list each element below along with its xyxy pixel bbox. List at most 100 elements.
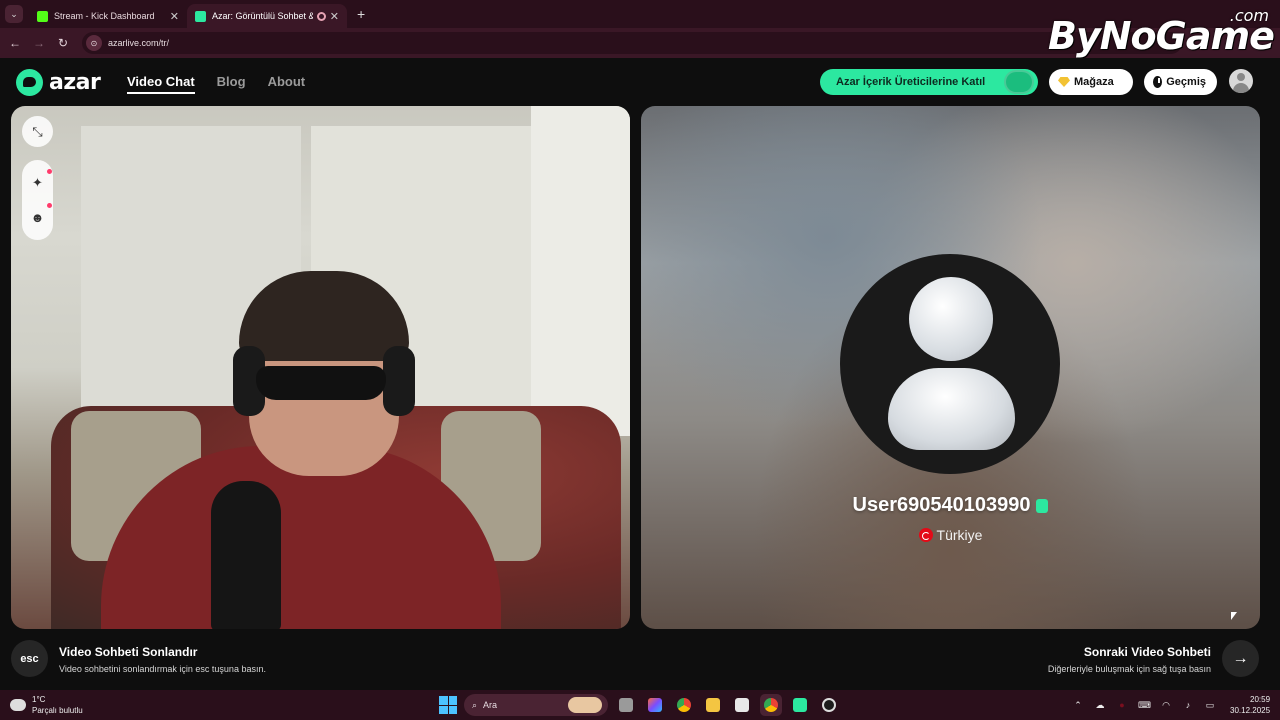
taskbar-search[interactable]: ⌕ Ara: [464, 694, 608, 716]
creators-label: Azar İçerik Üreticilerine Katıl: [836, 76, 986, 88]
tab-azar[interactable]: Azar: Görüntülü Sohbet & V ✕: [187, 4, 347, 28]
main-nav: Video Chat Blog About: [127, 74, 305, 94]
url-text: azarlive.com/tr/: [108, 38, 170, 48]
tab-search-icon[interactable]: ⌄: [5, 5, 23, 23]
weather-widget[interactable]: 1°C Parçalı bulutlu: [8, 694, 83, 716]
arrow-right-icon: →: [1232, 649, 1249, 667]
system-clock[interactable]: 20:59 30.12.2025: [1230, 694, 1270, 716]
nav-about[interactable]: About: [268, 74, 306, 94]
partner-video: User690540103990 Türkiye: [641, 106, 1260, 629]
close-icon[interactable]: ✕: [330, 10, 339, 23]
creators-art-icon: [1004, 70, 1034, 94]
next-chat-title: Sonraki Video Sohbeti: [1083, 645, 1211, 659]
shrink-icon: ⤡: [32, 123, 43, 139]
cloud-icon[interactable]: ☁: [1094, 700, 1106, 711]
end-chat-subtitle: Video sohbetini sonlandırmak için esc tu…: [59, 664, 266, 674]
back-icon[interactable]: ←: [6, 36, 24, 50]
battery-icon[interactable]: ▭: [1204, 700, 1216, 711]
windows-start-icon[interactable]: [439, 696, 457, 714]
store-label: Mağaza: [1074, 76, 1114, 88]
history-button[interactable]: Geçmiş: [1144, 69, 1217, 95]
azar-favicon-icon: [195, 10, 206, 22]
partner-username: User690540103990: [852, 494, 1031, 516]
next-chat-subtitle: Diğerleriyle buluşmak için sağ tuşa bası…: [1047, 664, 1211, 674]
sparkle-icon: ✦: [32, 175, 43, 190]
notification-dot: [46, 169, 52, 174]
video-tools: ⤡ ✦ ☻: [22, 116, 53, 240]
reload-icon[interactable]: ↻: [54, 36, 72, 50]
site-info-icon[interactable]: ⊙: [86, 35, 102, 51]
messaging-app-icon[interactable]: [789, 694, 811, 716]
os-taskbar: 1°C Parçalı bulutlu ⌕ Ara ⌃ ☁ ● ⌨ ◠ ♪ ▭ …: [0, 690, 1280, 720]
verified-badge-icon: [1036, 498, 1049, 513]
store-app-icon[interactable]: [731, 694, 753, 716]
close-icon[interactable]: ✕: [170, 10, 179, 23]
gem-icon: [1058, 77, 1070, 87]
partner-country: Türkiye: [936, 527, 983, 543]
weather-condition: Parçalı bulutlu: [32, 706, 83, 715]
nav-blog[interactable]: Blog: [217, 74, 246, 94]
keyboard-icon[interactable]: ⌨: [1138, 700, 1151, 711]
chrome-active-icon[interactable]: [760, 694, 782, 716]
profile-avatar-button[interactable]: [1229, 69, 1253, 93]
effects-button[interactable]: ✦: [30, 169, 52, 191]
mouse-cursor-icon: [1231, 612, 1237, 620]
turkey-flag-icon: [918, 528, 933, 542]
azar-app: azar Video Chat Blog About Azar İçerik Ü…: [0, 58, 1280, 690]
browser-tab-strip: ⌄ Stream - Kick Dashboard ✕ Azar: Görünt…: [0, 0, 1280, 28]
tab-title: Azar: Görüntülü Sohbet & V: [212, 11, 313, 21]
next-chat-hint: Sonraki Video Sohbeti Diğerleriyle buluş…: [1048, 645, 1211, 674]
end-chat-hint: Video Sohbeti Sonlandır Video sohbetini …: [59, 645, 266, 674]
tab-title: Stream - Kick Dashboard: [54, 11, 155, 21]
app-tray-icon[interactable]: ●: [1116, 700, 1128, 710]
task-view-icon[interactable]: [615, 694, 637, 716]
app-icon-colorful[interactable]: [644, 694, 666, 716]
temperature: 1°C: [32, 695, 46, 704]
smiley-icon: ☻: [30, 209, 45, 225]
weather-text: 1°C Parçalı bulutlu: [32, 694, 83, 716]
history-label: Geçmiş: [1166, 76, 1206, 88]
azar-logo[interactable]: azar: [16, 69, 101, 96]
self-video: [11, 106, 630, 629]
microphone: [211, 481, 281, 629]
sticker-button[interactable]: ☻: [30, 203, 52, 225]
forward-icon[interactable]: →: [30, 36, 48, 50]
logo-text: azar: [49, 70, 101, 95]
esc-key-label: esc: [20, 652, 39, 665]
end-chat-title: Video Sohbeti Sonlandır: [59, 645, 198, 659]
browser-toolbar: ← → ↻ ⊙ azarlive.com/tr/: [0, 28, 1280, 58]
new-tab-icon[interactable]: +: [357, 6, 365, 22]
partner-country-row: Türkiye: [641, 527, 1260, 543]
search-placeholder: Ara: [483, 700, 498, 710]
search-highlight-icon: [568, 697, 602, 713]
end-chat-button[interactable]: esc: [11, 640, 48, 677]
partly-cloudy-icon: [8, 695, 26, 711]
tab-kick-dashboard[interactable]: Stream - Kick Dashboard ✕: [29, 4, 187, 28]
chevron-up-icon[interactable]: ⌃: [1072, 700, 1084, 711]
window-bg: [531, 106, 630, 436]
chrome-icon[interactable]: [673, 694, 695, 716]
store-button[interactable]: Mağaza: [1049, 69, 1133, 95]
recording-icon: [316, 11, 326, 21]
date: 30.12.2025: [1230, 706, 1271, 715]
notification-dot: [46, 203, 52, 208]
effects-toolbar: ✦ ☻: [22, 160, 53, 240]
obs-icon[interactable]: [818, 694, 840, 716]
address-bar[interactable]: ⊙ azarlive.com/tr/: [82, 32, 1182, 54]
minimize-video-button[interactable]: ⤡: [22, 116, 53, 147]
azar-logo-icon: [16, 69, 43, 96]
time: 20:59: [1250, 695, 1271, 704]
creators-banner-button[interactable]: Azar İçerik Üreticilerine Katıl: [820, 69, 1038, 95]
taskbar-apps: ⌕ Ara: [439, 694, 840, 716]
partner-name-row: User690540103990: [641, 494, 1260, 517]
sunglasses: [256, 366, 386, 400]
volume-icon[interactable]: ♪: [1182, 700, 1194, 710]
search-icon: ⌕: [472, 699, 478, 710]
kick-favicon-icon: [37, 10, 48, 22]
nav-video-chat[interactable]: Video Chat: [127, 74, 195, 94]
next-chat-button[interactable]: →: [1222, 640, 1259, 677]
clock-icon: [1153, 76, 1163, 88]
default-avatar-icon: [909, 277, 993, 361]
file-explorer-icon[interactable]: [702, 694, 724, 716]
wifi-icon[interactable]: ◠: [1160, 700, 1172, 711]
